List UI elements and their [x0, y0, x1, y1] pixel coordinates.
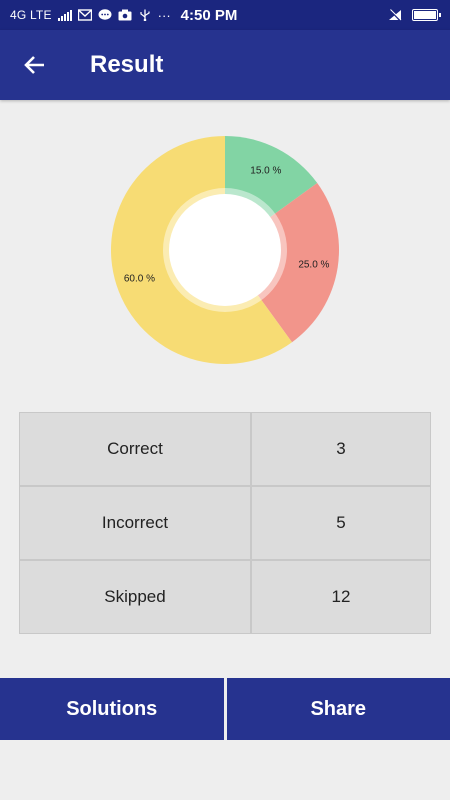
status-time: 4:50 PM: [180, 6, 238, 24]
incorrect-label: Incorrect: [20, 487, 250, 559]
usb-icon: [140, 9, 150, 21]
status-bar: 4G LTE ··· 4:50 PM: [0, 0, 450, 30]
solutions-button[interactable]: Solutions: [0, 678, 224, 740]
donut-hole: [169, 194, 281, 306]
network-type: 4G LTE: [10, 8, 52, 22]
status-right: [388, 9, 441, 21]
results-table: Correct 3 Incorrect 5 Skipped 12: [19, 412, 431, 634]
donut-chart-svg: 15.0 % 25.0 % 60.0 %: [110, 136, 339, 364]
slice-label: 15.0 %: [250, 165, 281, 176]
more-notifications-icon: ···: [157, 7, 171, 23]
app-bar: Result: [0, 30, 450, 100]
incorrect-count: 5: [252, 487, 430, 559]
correct-count: 3: [252, 413, 430, 485]
skipped-count: 12: [252, 561, 430, 633]
page-title: Result: [90, 51, 164, 78]
slice-label: 60.0 %: [124, 273, 155, 284]
no-sim-icon: [389, 9, 402, 21]
bottom-action-bar: Solutions Share: [0, 678, 450, 740]
battery-icon: [412, 9, 441, 21]
correct-label: Correct: [20, 413, 250, 485]
result-donut-chart: 15.0 % 25.0 % 60.0 %: [105, 130, 345, 370]
arrow-left-icon: [24, 56, 44, 74]
slice-label: 25.0 %: [298, 260, 329, 271]
gmail-icon: [77, 9, 92, 21]
back-button[interactable]: [0, 30, 70, 100]
chat-icon: [98, 9, 112, 20]
skipped-label: Skipped: [20, 561, 250, 633]
share-button[interactable]: Share: [226, 678, 450, 740]
camera-icon: [118, 9, 132, 21]
status-left: 4G LTE ··· 4:50 PM: [10, 7, 237, 24]
signal-icon: [57, 9, 72, 21]
